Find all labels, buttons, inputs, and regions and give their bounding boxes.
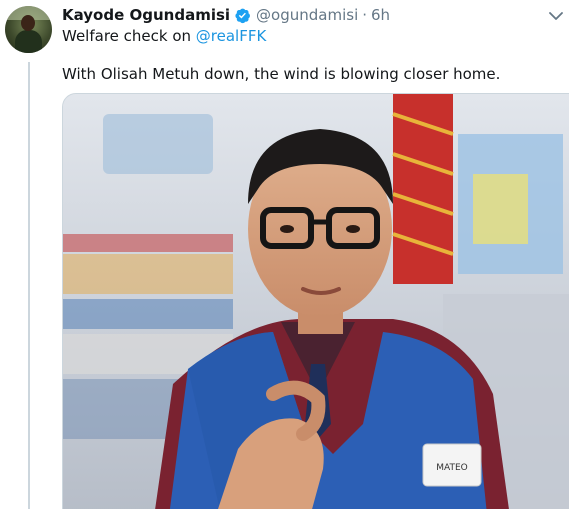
tweet-header: Kayode Ogundamisi @ogundamisi · 6h — [62, 4, 390, 26]
mention-link[interactable]: @realFFK — [196, 27, 267, 45]
thread-line — [28, 62, 30, 509]
timestamp[interactable]: 6h — [371, 6, 390, 24]
tweet-body-text: With Olisah Metuh down, the wind is blow… — [62, 65, 501, 83]
separator-dot: · — [362, 6, 368, 24]
user-handle[interactable]: @ogundamisi — [256, 6, 358, 24]
avatar[interactable] — [5, 6, 52, 53]
media-illustration: MATEO — [63, 94, 569, 509]
chevron-down-icon[interactable] — [549, 6, 563, 20]
tweet-text-prefix: Welfare check on — [62, 27, 196, 45]
tweet-text-line-1: Welfare check on @realFFK — [62, 27, 266, 45]
tweet-media-image[interactable]: MATEO — [62, 93, 569, 509]
verified-badge-icon — [234, 7, 251, 24]
name-badge-text: MATEO — [436, 463, 468, 473]
display-name[interactable]: Kayode Ogundamisi — [62, 6, 230, 24]
